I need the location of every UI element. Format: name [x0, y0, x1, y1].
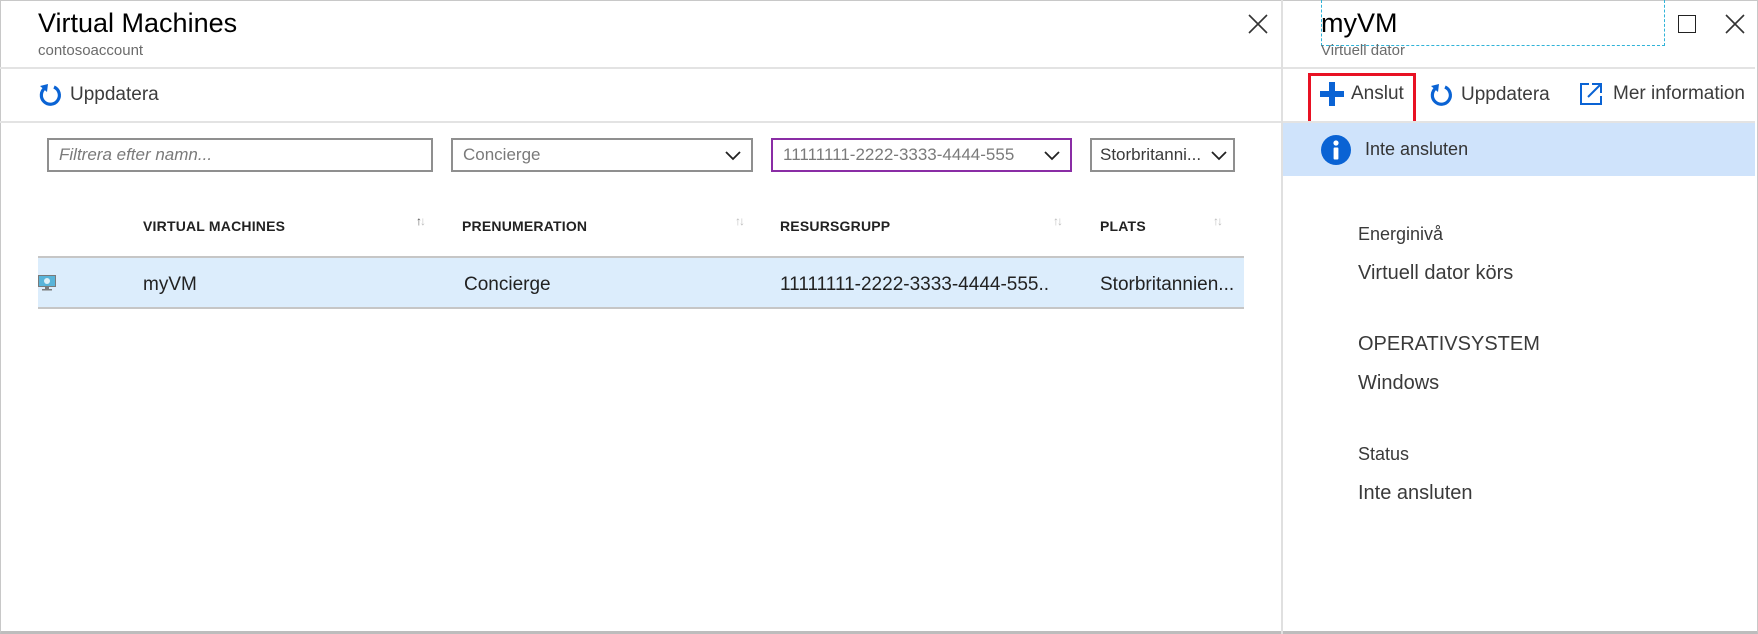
- sort-icon[interactable]: ↑↓: [735, 214, 745, 228]
- status-value: Inte ansluten: [1358, 482, 1473, 504]
- blade-title: myVM: [1321, 8, 1398, 38]
- plus-icon: [1320, 82, 1344, 106]
- blade-title: Virtual Machines: [38, 8, 238, 38]
- close-blade-button[interactable]: [1723, 12, 1747, 36]
- column-header-resource-group[interactable]: RESURSGRUPP: [780, 218, 890, 234]
- info-icon: [1321, 134, 1351, 165]
- connection-status-banner: Inte ansluten: [1283, 123, 1755, 176]
- power-state-value: Virtuell dator körs: [1358, 262, 1514, 284]
- close-blade-button[interactable]: [1246, 12, 1270, 36]
- toolbar-divider: [0, 121, 1282, 123]
- more-information-label: Mer information: [1613, 83, 1745, 104]
- resource-group-dropdown[interactable]: 11111111-2222-3333-4444-555: [771, 138, 1072, 172]
- name-filter-placeholder: Filtrera efter namn...: [59, 145, 213, 164]
- table-row[interactable]: [38, 256, 1244, 309]
- column-header-virtual-machines[interactable]: VIRTUAL MACHINES: [143, 218, 285, 234]
- status-label: Status: [1358, 444, 1410, 464]
- subscription-cell: Concierge: [464, 274, 551, 295]
- os-value: Windows: [1358, 372, 1440, 394]
- blade-subtitle: contosoaccount: [38, 42, 144, 59]
- subscription-dropdown-value: Concierge: [463, 145, 541, 164]
- column-header-subscription[interactable]: PRENUMERATION: [462, 218, 587, 234]
- banner-text: Inte ansluten: [1365, 139, 1469, 159]
- virtual-machine-icon: [38, 275, 56, 291]
- resource-group-cell: 11111111-2222-3333-4444-555..: [780, 274, 1050, 295]
- name-filter-input[interactable]: Filtrera efter namn...: [47, 138, 433, 172]
- chevron-down-icon: [1211, 151, 1227, 161]
- virtual-machines-blade: Virtual Machines contosoaccount Uppdater…: [0, 0, 1282, 634]
- maximize-icon[interactable]: [1678, 15, 1696, 33]
- header-divider: [1283, 67, 1755, 69]
- sort-icon[interactable]: ↑↓: [1213, 214, 1223, 228]
- location-cell: Storbritannien...: [1100, 274, 1235, 295]
- subscription-dropdown[interactable]: Concierge: [451, 138, 753, 172]
- close-icon: [1248, 14, 1268, 34]
- connect-button[interactable]: Anslut: [1320, 82, 1404, 106]
- location-dropdown[interactable]: Storbritanni...: [1090, 138, 1235, 172]
- blade-subtitle: Virtuell dator: [1321, 42, 1405, 59]
- refresh-button[interactable]: Uppdatera: [38, 82, 159, 108]
- os-label: OPERATIVSYSTEM: [1358, 333, 1540, 355]
- sort-icon[interactable]: ↑↓: [416, 214, 426, 228]
- more-information-link[interactable]: Mer information: [1579, 82, 1745, 106]
- refresh-label: Uppdatera: [1461, 84, 1550, 105]
- chevron-down-icon: [1044, 151, 1060, 161]
- connect-label: Anslut: [1351, 83, 1404, 104]
- vm-detail-blade: myVM Virtuell dator Anslut Uppdatera Mer…: [1283, 0, 1755, 634]
- refresh-label: Uppdatera: [70, 84, 159, 105]
- sort-icon[interactable]: ↑↓: [1053, 214, 1063, 228]
- location-dropdown-value: Storbritanni...: [1100, 145, 1202, 164]
- refresh-icon: [39, 84, 61, 106]
- header-divider: [0, 67, 1282, 69]
- vm-name-cell[interactable]: myVM: [143, 274, 197, 296]
- refresh-icon: [1430, 84, 1452, 106]
- chevron-down-icon: [725, 151, 741, 161]
- resource-group-dropdown-value: 11111111-2222-3333-4444-555: [783, 145, 1015, 164]
- external-link-icon: [1580, 83, 1602, 105]
- close-icon: [1725, 14, 1745, 34]
- column-header-location[interactable]: PLATS: [1100, 218, 1146, 234]
- power-state-label: Energinivå: [1358, 224, 1444, 244]
- refresh-button[interactable]: Uppdatera: [1429, 82, 1550, 108]
